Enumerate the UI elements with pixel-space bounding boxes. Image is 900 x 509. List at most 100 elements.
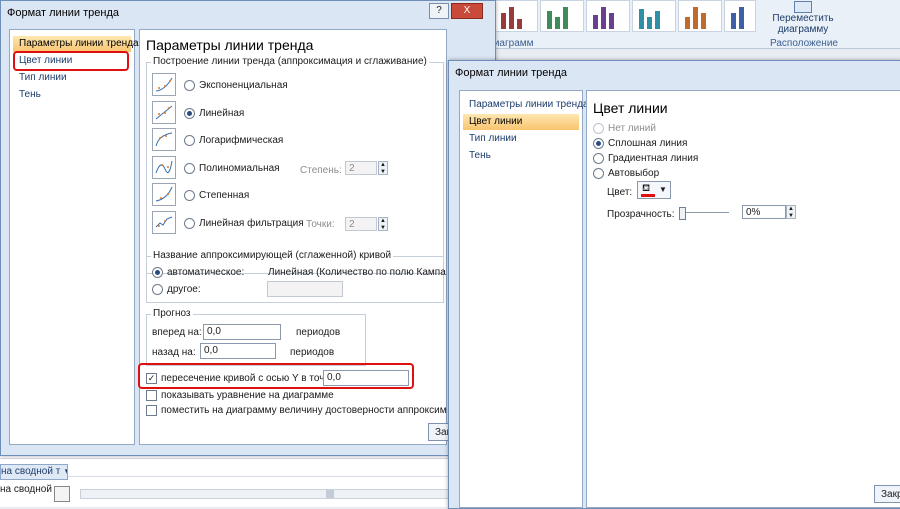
other-name-input[interactable] xyxy=(267,281,343,297)
move-chart-button[interactable]: Переместить диаграмму xyxy=(770,0,836,36)
degree-label: Степень: xyxy=(300,165,342,176)
radio-power[interactable]: Степенная xyxy=(184,190,249,201)
panel-title-2: Цвет линии xyxy=(593,100,668,116)
slider-thumb[interactable] xyxy=(679,207,686,220)
pivot-tab-label: на сводной т xyxy=(1,466,61,477)
move-chart-icon xyxy=(794,1,812,13)
selected-color-swatch xyxy=(641,194,655,197)
show-equation-checkbox[interactable]: показывать уравнение на диаграмме xyxy=(146,390,334,401)
label-gradient-line: Градиентная линия xyxy=(608,153,699,165)
chart-style-thumb[interactable] xyxy=(494,0,538,32)
radio-moving-average[interactable]: Линейная фильтрация xyxy=(184,218,304,229)
format-trendline-dialog-2: Формат линии тренда Параметры линии трен… xyxy=(448,60,900,509)
power-trend-icon xyxy=(152,183,176,206)
label-other-name: другое: xyxy=(167,284,201,296)
show-equation-label: показывать уравнение на диаграмме xyxy=(161,390,334,402)
radio-exponential[interactable]: Экспоненциальная xyxy=(184,80,288,91)
label-no-line: Нет линий xyxy=(608,123,656,135)
format-trendline-dialog: Формат линии тренда ? X Параметры линии … xyxy=(0,0,496,456)
show-r2-box[interactable] xyxy=(146,405,157,416)
nav-item-trendline-options[interactable]: Параметры линии тренда xyxy=(463,97,589,113)
help-button[interactable]: ? xyxy=(429,3,449,19)
radio-logarithmic[interactable]: Логарифмическая xyxy=(184,135,283,146)
highlight-line-color xyxy=(13,51,129,71)
radio-logarithmic-dot[interactable] xyxy=(184,135,195,146)
chart-style-thumb[interactable] xyxy=(632,0,676,32)
radio-linear[interactable]: Линейная xyxy=(184,108,244,119)
label-logarithmic: Логарифмическая xyxy=(199,135,284,147)
category-nav-2: Параметры линии тренда Цвет линии Тип ли… xyxy=(459,90,589,508)
close-button-2[interactable]: Закрыть xyxy=(874,485,900,503)
show-r2-checkbox[interactable]: поместить на диаграмму величину достовер… xyxy=(146,405,446,416)
backward-input[interactable]: 0,0 xyxy=(200,343,276,359)
radio-gradient-line-dot[interactable] xyxy=(593,153,604,164)
radio-power-dot[interactable] xyxy=(184,190,195,201)
scroll-thumb[interactable] xyxy=(326,490,334,498)
show-equation-box[interactable] xyxy=(146,390,157,401)
forward-periods-label: периодов xyxy=(296,327,341,338)
nav-item-line-color[interactable]: Цвет линии xyxy=(463,114,579,130)
chart-style-thumb[interactable] xyxy=(678,0,722,32)
label-power: Степенная xyxy=(199,190,250,202)
pivot-field-tab[interactable]: на сводной т ▼ ✕ xyxy=(0,464,68,480)
radio-linear-dot[interactable] xyxy=(184,108,195,119)
nav-item-trendline-options[interactable]: Параметры линии тренда xyxy=(13,36,139,52)
color-picker-button[interactable]: ⛾ ▼ xyxy=(637,181,671,199)
construction-legend: Построение линии тренда (аппроксимация и… xyxy=(151,56,429,67)
radio-gradient-line[interactable]: Градиентная линия xyxy=(593,153,698,164)
transparency-spinner[interactable]: ▲ ▼ xyxy=(786,205,796,219)
pivot-icon[interactable] xyxy=(54,486,70,502)
radio-other-name-dot[interactable] xyxy=(152,284,163,295)
exponential-trend-icon xyxy=(152,73,176,96)
radio-auto-line-dot[interactable] xyxy=(593,168,604,179)
chart-style-thumb[interactable] xyxy=(540,0,584,32)
color-label: Цвет: xyxy=(607,187,633,198)
radio-no-line-dot[interactable] xyxy=(593,123,604,134)
move-chart-label: Переместить диаграмму xyxy=(772,13,834,35)
points-input[interactable]: 2 xyxy=(345,217,377,231)
nav-item-shadow[interactable]: Тень xyxy=(13,87,131,103)
forward-input[interactable]: 0,0 xyxy=(203,324,281,340)
nav-item-line-style[interactable]: Тип линии xyxy=(13,70,131,86)
moving-average-trend-icon xyxy=(152,211,176,234)
highlight-intercept xyxy=(138,363,414,389)
radio-exponential-dot[interactable] xyxy=(184,80,195,91)
label-polynomial: Полиномиальная xyxy=(199,163,280,175)
nav-item-line-style[interactable]: Тип линии xyxy=(463,131,579,147)
dropdown-arrow-icon[interactable]: ▼ xyxy=(63,467,67,476)
radio-solid-line[interactable]: Сплошная линия xyxy=(593,138,687,149)
label-auto-name: автоматическое: xyxy=(167,267,245,279)
points-spinner[interactable]: ▲ ▼ xyxy=(378,217,388,231)
radio-solid-line-dot[interactable] xyxy=(593,138,604,149)
label-solid-line: Сплошная линия xyxy=(608,138,688,150)
chevron-down-icon: ▼ xyxy=(659,185,667,194)
horizontal-scrollbar[interactable] xyxy=(80,489,452,499)
transparency-slider[interactable] xyxy=(679,207,729,220)
radio-auto-name-dot[interactable] xyxy=(152,267,163,278)
radio-no-line[interactable]: Нет линий xyxy=(593,123,656,134)
auto-name-value: Линейная (Количество по полю Кампания) xyxy=(268,267,447,278)
radio-auto-line[interactable]: Автовыбор xyxy=(593,168,659,179)
chart-style-thumb[interactable] xyxy=(724,0,756,32)
radio-auto-name[interactable]: автоматическое: xyxy=(152,267,244,278)
points-label: Точки: xyxy=(306,219,335,230)
nav-item-shadow[interactable]: Тень xyxy=(463,148,579,164)
transparency-input[interactable]: 0% xyxy=(742,205,786,219)
transparency-label: Прозрачность: xyxy=(607,209,675,220)
radio-polynomial[interactable]: Полиномиальная xyxy=(184,163,280,174)
category-nav: Параметры линии тренда Цвет линии Тип ли… xyxy=(9,29,139,445)
degree-input[interactable]: 2 xyxy=(345,161,377,175)
backward-periods-label: периодов xyxy=(290,347,335,358)
label-linear: Линейная xyxy=(199,108,245,120)
panel-title: Параметры линии тренда xyxy=(146,37,314,53)
close-window-button[interactable]: X xyxy=(451,3,483,19)
radio-other-name[interactable]: другое: xyxy=(152,284,201,295)
pivot-label: на сводной xyxy=(0,484,52,495)
dialog2-title: Формат линии тренда xyxy=(455,67,567,79)
radio-polynomial-dot[interactable] xyxy=(184,163,195,174)
degree-spinner[interactable]: ▲ ▼ xyxy=(378,161,388,175)
forward-label: вперед на: xyxy=(152,327,202,338)
label-auto-line: Автовыбор xyxy=(608,168,660,180)
chart-style-thumb[interactable] xyxy=(586,0,630,32)
radio-moving-average-dot[interactable] xyxy=(184,218,195,229)
